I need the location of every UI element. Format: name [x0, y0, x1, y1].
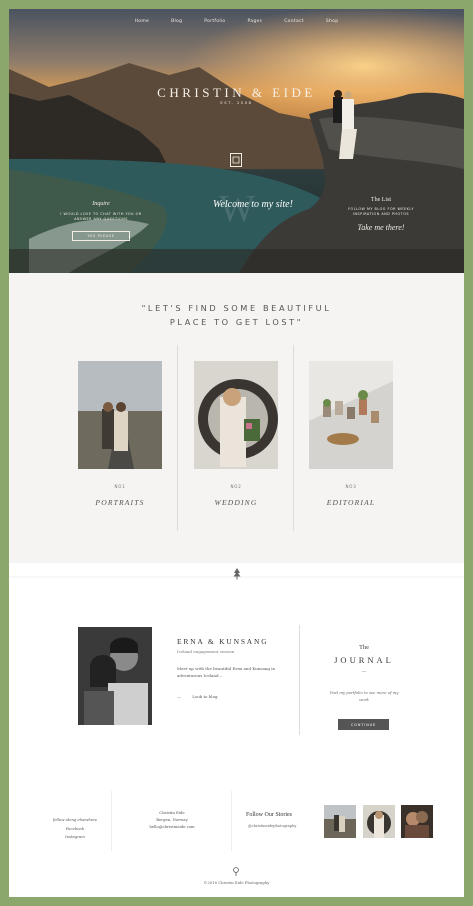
footer-social: follow along elsewhere Facebook Instagra…: [44, 816, 106, 842]
journal-dash: —: [361, 669, 367, 675]
instagram-handle[interactable]: @christineidephotography: [248, 824, 296, 828]
editorial-photo[interactable]: [309, 361, 393, 469]
category-editorial[interactable]: NO3 EDITORIAL: [309, 361, 393, 507]
nav-shop[interactable]: Shop: [326, 19, 339, 24]
the-list-block: The List FOLLOW MY BLOG FOR WEEKLY INSPI…: [341, 197, 421, 232]
instagram-thumb-2[interactable]: [363, 805, 395, 838]
list-text: FOLLOW MY BLOG FOR WEEKLY INSPIRATION AN…: [348, 207, 414, 216]
site-logo[interactable]: CHRISTIN & EIDE: [9, 85, 464, 101]
footer: follow along elsewhere Facebook Instagra…: [9, 769, 464, 897]
follow-title: Follow Our Stories: [246, 812, 293, 818]
nav-contact[interactable]: Contact: [284, 19, 304, 24]
look-to-blog-link[interactable]: — Look to blog: [177, 694, 218, 699]
welcome-text: Welcome to my site!: [213, 199, 293, 210]
category-divider: [177, 345, 178, 531]
nav-pages[interactable]: Pages: [247, 19, 262, 24]
contact-email[interactable]: hello@christineide.com: [137, 823, 207, 830]
wedding-number: NO2: [230, 484, 242, 489]
facebook-link[interactable]: Facebook: [44, 825, 106, 834]
nav-blog[interactable]: Blog: [171, 19, 182, 24]
instagram-link[interactable]: Instagram: [44, 833, 106, 842]
copyright: ©2016 Christin Eide Photography: [203, 880, 270, 885]
instagram-thumb-3[interactable]: [401, 805, 433, 838]
tree-icon: [233, 565, 241, 580]
footer-divider: [231, 791, 232, 851]
categories-section: "LET'S FIND SOME BEAUTIFUL PLACE TO GET …: [9, 273, 464, 563]
nav-portfolio[interactable]: Portfolio: [204, 19, 225, 24]
take-me-there-link[interactable]: Take me there!: [341, 223, 421, 232]
instagram-thumb-1[interactable]: [324, 805, 356, 838]
wedding-label[interactable]: WEDDING: [194, 498, 278, 507]
editorial-label[interactable]: EDITORIAL: [309, 498, 393, 507]
footer-contact: Christin Eide Bergen, Norway hello@chris…: [137, 809, 207, 830]
quote: "LET'S FIND SOME BEAUTIFUL PLACE TO GET …: [9, 301, 464, 329]
footer-divider: [111, 791, 112, 851]
pin-icon: [233, 861, 239, 876]
page: Home Blog Portfolio Pages Contact Shop C…: [9, 9, 464, 897]
quote-line-2: PLACE TO GET LOST": [169, 317, 304, 327]
editorial-number: NO3: [345, 484, 357, 489]
journal-title: JOURNAL: [334, 655, 394, 665]
couple-photo[interactable]: [78, 627, 152, 725]
portraits-number: NO1: [114, 484, 126, 489]
nav-home[interactable]: Home: [135, 19, 150, 24]
quote-line-1: "LET'S FIND SOME BEAUTIFUL: [141, 303, 332, 313]
journal-divider: [299, 625, 300, 735]
inquire-block: Inquire I WOULD LOVE TO CHAT WITH YOU OR…: [51, 201, 151, 241]
continue-button[interactable]: CONTINUE: [338, 719, 389, 730]
wedding-photo[interactable]: [194, 361, 278, 469]
couple-excerpt: Meet up with the beautiful Erna and Kuns…: [177, 666, 276, 678]
couple-subtitle: Iceland engagement session: [177, 649, 235, 654]
arrow-icon: —: [177, 694, 181, 699]
yes-please-button[interactable]: YES PLEASE: [72, 231, 130, 241]
category-wedding[interactable]: NO2 WEDDING: [194, 361, 278, 507]
journal-the: The: [358, 644, 370, 651]
journal-text: Visit my portfolio to see more of my wor…: [329, 690, 399, 702]
look-to-blog-label: Look to blog: [192, 694, 218, 699]
social-heading: follow along elsewhere: [52, 817, 98, 822]
inquire-title: Inquire: [92, 201, 110, 207]
featured-section: ERNA & KUNSANG Iceland engagement sessio…: [9, 597, 464, 757]
couple-name[interactable]: ERNA & KUNSANG: [177, 637, 268, 646]
category-divider: [293, 345, 294, 531]
contact-location: Bergen, Norway: [156, 817, 188, 822]
hero-banner: Home Blog Portfolio Pages Contact Shop C…: [9, 9, 464, 273]
category-portraits[interactable]: NO1 PORTRAITS: [78, 361, 162, 507]
logo-tagline: EST. 2008: [220, 101, 253, 105]
portraits-photo[interactable]: [78, 361, 162, 469]
portraits-label[interactable]: PORTRAITS: [78, 498, 162, 507]
frame-icon: [230, 153, 242, 167]
contact-name: Christin Eide: [159, 810, 185, 815]
list-title: The List: [370, 197, 392, 203]
main-nav: Home Blog Portfolio Pages Contact Shop: [9, 19, 464, 24]
inquire-text: I WOULD LOVE TO CHAT WITH YOU OR ANSWER …: [60, 212, 142, 221]
